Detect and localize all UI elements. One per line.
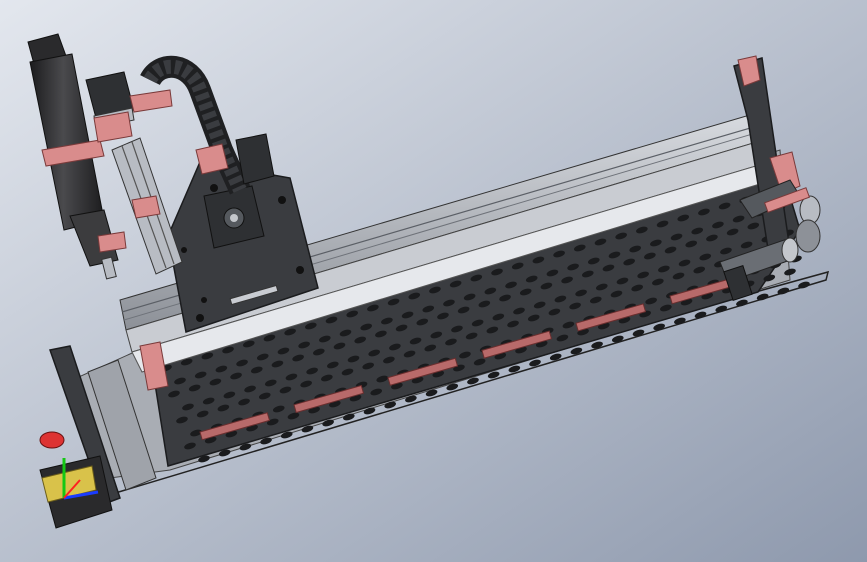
cnc-machine-model[interactable]	[0, 0, 867, 562]
cad-viewport[interactable]	[0, 0, 867, 562]
zaxis-pink-bracket	[131, 195, 161, 219]
carriage-pink-bracket	[195, 143, 229, 175]
